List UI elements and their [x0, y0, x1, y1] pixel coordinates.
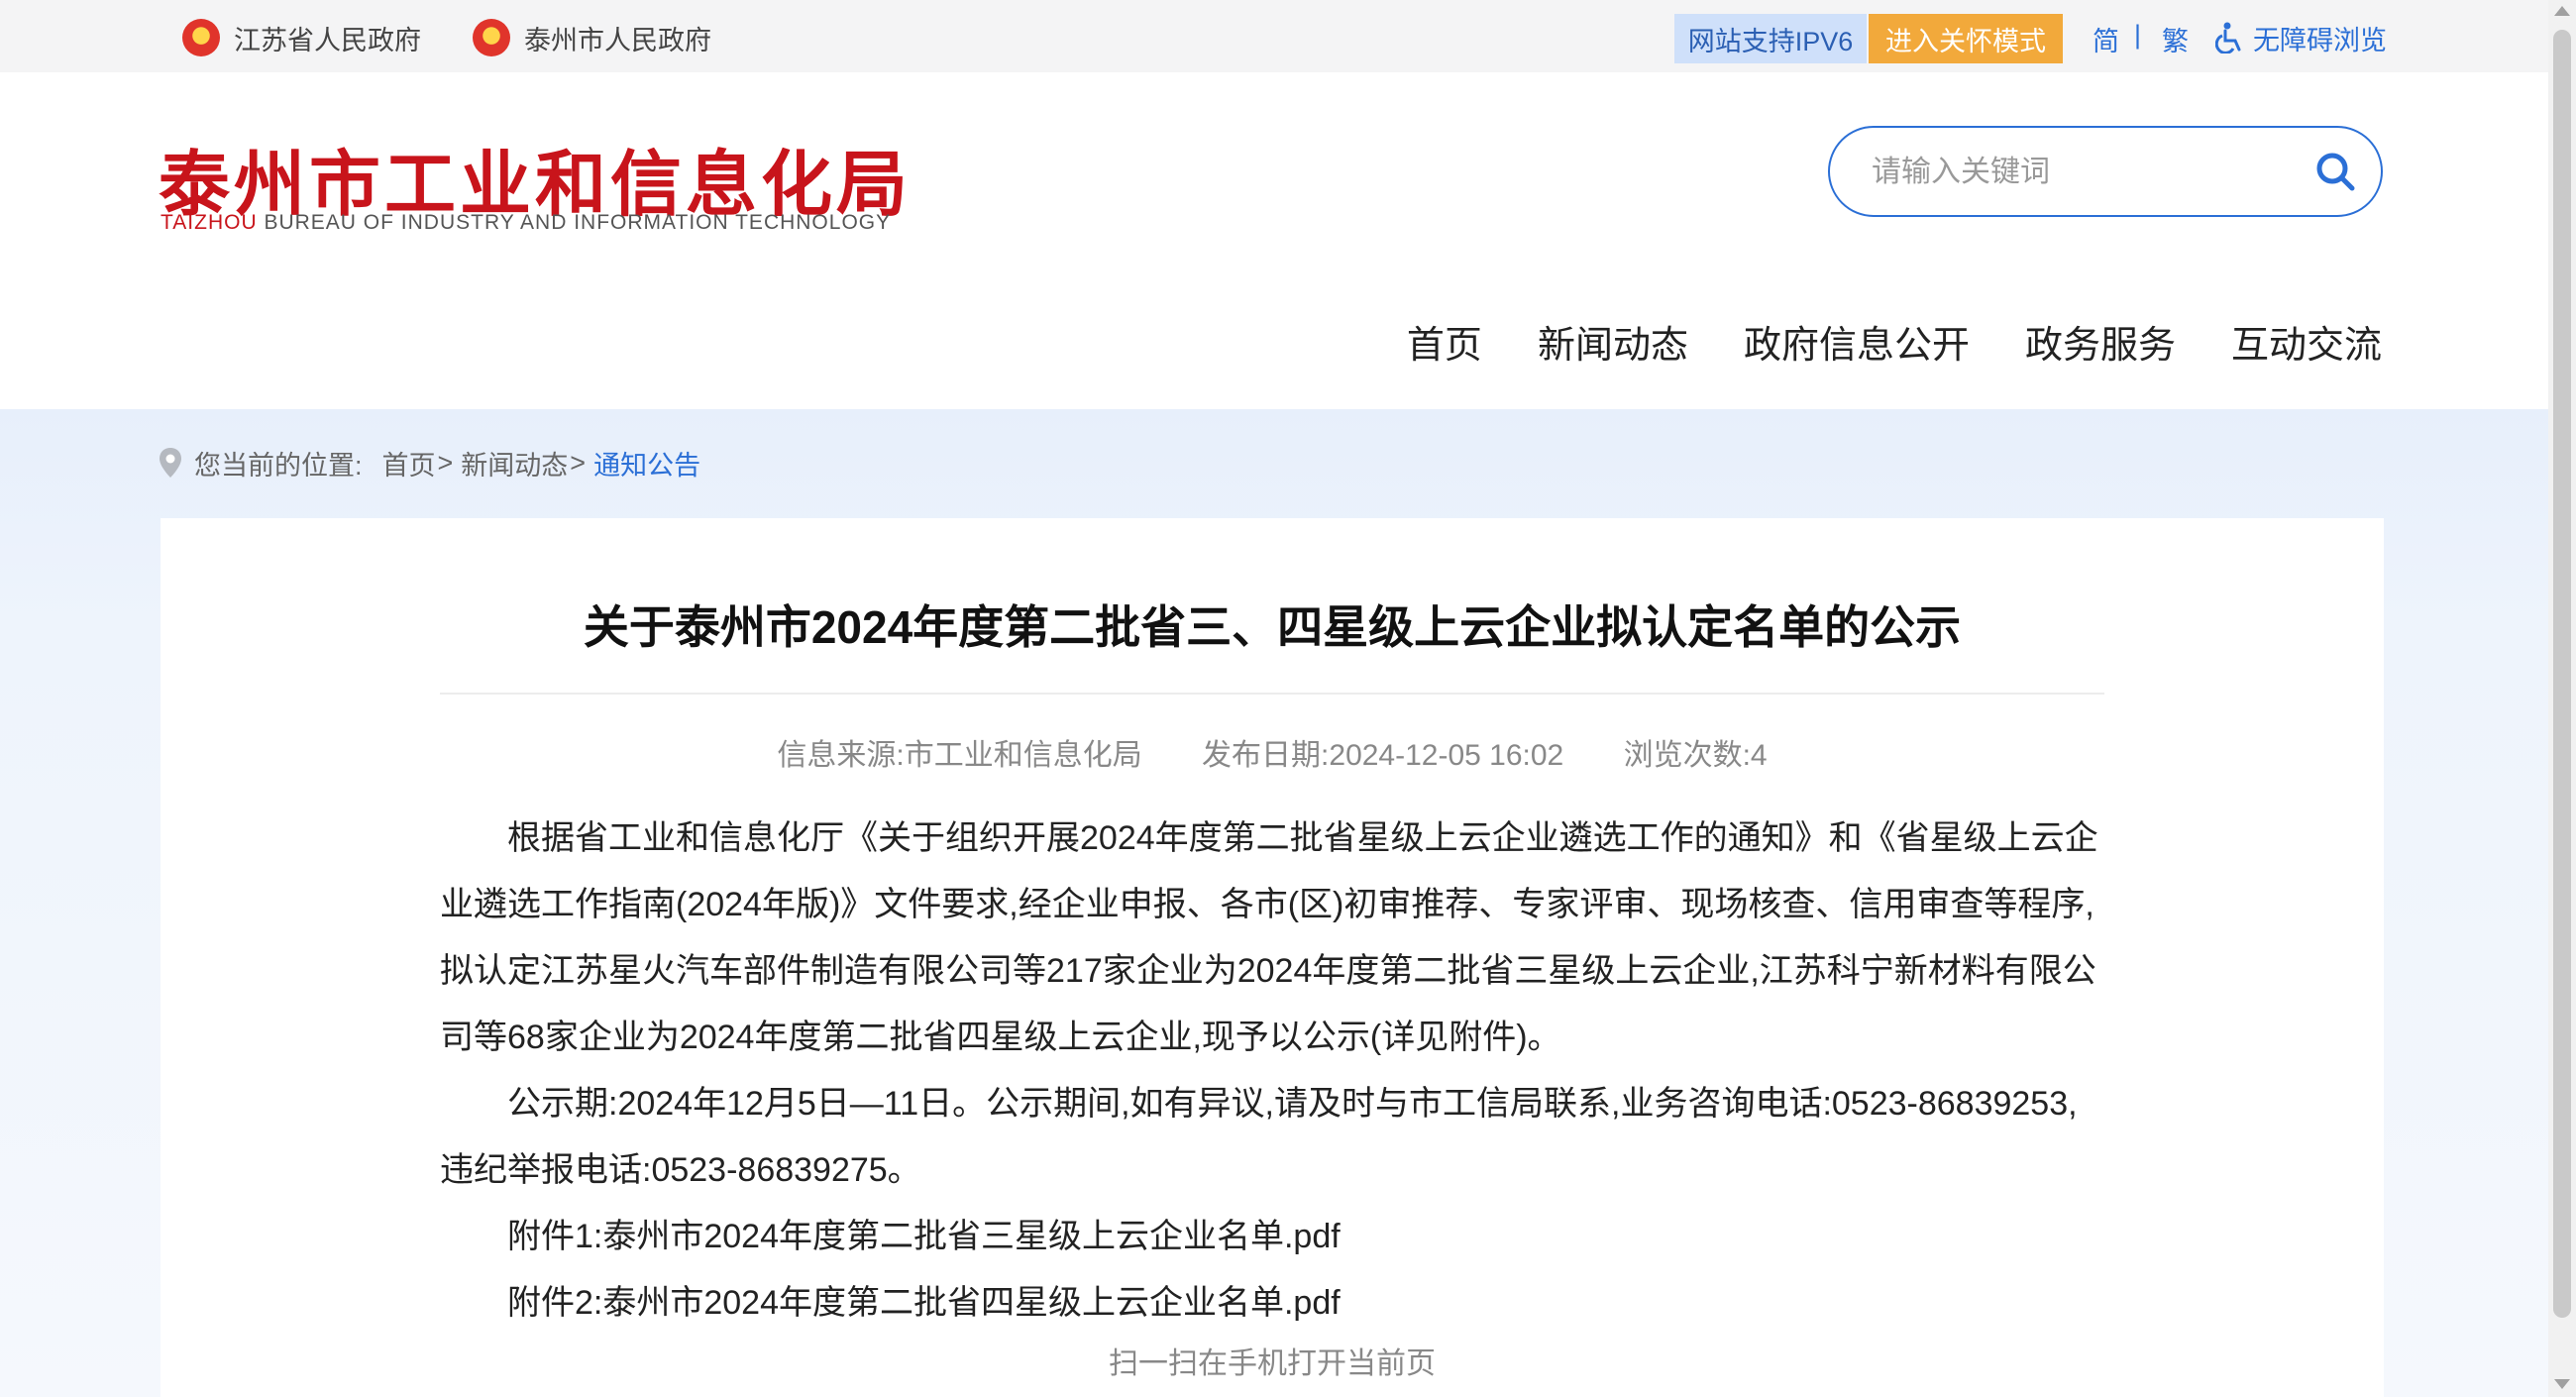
- national-emblem-icon: [182, 19, 220, 56]
- national-emblem-icon: [473, 19, 510, 56]
- site-logo-subtitle: TAIZHOU BUREAU OF INDUSTRY AND INFORMATI…: [161, 211, 891, 235]
- site-header: 泰州市工业和信息化局 TAIZHOU BUREAU OF INDUSTRY AN…: [0, 72, 2548, 409]
- logo-en-rest: BUREAU OF INDUSTRY AND INFORMATION TECHN…: [257, 211, 892, 234]
- qr-scan-hint: 扫一扫在手机打开当前页: [1109, 1347, 1436, 1380]
- article-paragraph: 根据省工业和信息化厅《关于组织开展2024年度第二批省星级上云企业遴选工作的通知…: [440, 819, 2098, 1056]
- breadcrumb-separator: >: [437, 447, 454, 478]
- title-divider: [440, 693, 2104, 695]
- simplified-chinese-link[interactable]: 简: [2093, 20, 2119, 58]
- accessibility-icon: [2215, 22, 2241, 54]
- attachment-link-1[interactable]: 附件1:泰州市2024年度第二批省三星级上云企业名单.pdf: [440, 1204, 2104, 1270]
- scroll-down-arrow-icon[interactable]: [2554, 1379, 2570, 1389]
- scrollbar-thumb[interactable]: [2553, 30, 2571, 1318]
- article-paragraph: 公示期:2024年12月5日—11日。公示期间,如有异议,请及时与市工信局联系,…: [440, 1085, 2078, 1189]
- search-icon[interactable]: [2313, 150, 2357, 193]
- breadcrumb-separator: >: [570, 447, 587, 478]
- link-taizhou-gov[interactable]: 泰州市人民政府: [473, 18, 711, 57]
- nav-home[interactable]: 首页: [1407, 314, 1482, 369]
- breadcrumb-news[interactable]: 新闻动态: [461, 444, 568, 483]
- link-jiangsu-gov-label: 江苏省人民政府: [234, 25, 421, 55]
- article-views: 浏览次数:4: [1623, 739, 1768, 772]
- breadcrumb-home[interactable]: 首页: [382, 444, 436, 483]
- location-pin-icon: [160, 448, 181, 478]
- care-mode-button[interactable]: 进入关怀模式: [1869, 14, 2063, 63]
- article-card: 关于泰州市2024年度第二批省三、四星级上云企业拟认定名单的公示 信息来源:市工…: [161, 518, 2384, 1397]
- nav-interaction[interactable]: 互动交流: [2231, 314, 2382, 369]
- search-box: [1828, 126, 2383, 217]
- article-source: 信息来源:市工业和信息化局: [777, 739, 1142, 772]
- traditional-chinese-link[interactable]: 繁: [2162, 20, 2189, 58]
- article-body: 根据省工业和信息化厅《关于组织开展2024年度第二批省星级上云企业遴选工作的通知…: [440, 806, 2104, 1337]
- top-utility-bar: 江苏省人民政府 泰州市人民政府 网站支持IPV6 进入关怀模式 简 | 繁 无障…: [0, 0, 2548, 72]
- scroll-up-arrow-icon[interactable]: [2554, 6, 2570, 16]
- link-taizhou-gov-label: 泰州市人民政府: [524, 25, 711, 55]
- logo-en-taizhou: TAIZHOU: [161, 211, 258, 234]
- breadcrumb: 您当前的位置: 首页 > 新闻动态 > 通知公告: [159, 443, 700, 483]
- nav-gov-info[interactable]: 政府信息公开: [1744, 314, 1970, 369]
- search-input[interactable]: [1870, 128, 2300, 217]
- article-meta: 信息来源:市工业和信息化局 发布日期:2024-12-05 16:02 浏览次数…: [161, 730, 2384, 774]
- breadcrumb-prefix: 您当前的位置:: [194, 450, 363, 481]
- article-date: 发布日期:2024-12-05 16:02: [1202, 739, 1564, 772]
- page: 江苏省人民政府 泰州市人民政府 网站支持IPV6 进入关怀模式 简 | 繁 无障…: [0, 0, 2576, 1397]
- accessibility-label: 无障碍浏览: [2253, 25, 2387, 55]
- accessibility-link[interactable]: 无障碍浏览: [2215, 16, 2387, 59]
- nav-services[interactable]: 政务服务: [2025, 314, 2176, 369]
- link-jiangsu-gov[interactable]: 江苏省人民政府: [182, 18, 421, 57]
- attachment-link-2[interactable]: 附件2:泰州市2024年度第二批省四星级上云企业名单.pdf: [440, 1270, 2104, 1337]
- language-separator: |: [2134, 20, 2142, 50]
- ipv6-badge: 网站支持IPV6: [1674, 14, 1867, 63]
- breadcrumb-current[interactable]: 通知公告: [593, 444, 700, 483]
- nav-news[interactable]: 新闻动态: [1538, 314, 1688, 369]
- main-nav: 首页 新闻动态 政府信息公开 政务服务 互动交流: [1407, 314, 2382, 369]
- article-title: 关于泰州市2024年度第二批省三、四星级上云企业拟认定名单的公示: [583, 601, 1962, 653]
